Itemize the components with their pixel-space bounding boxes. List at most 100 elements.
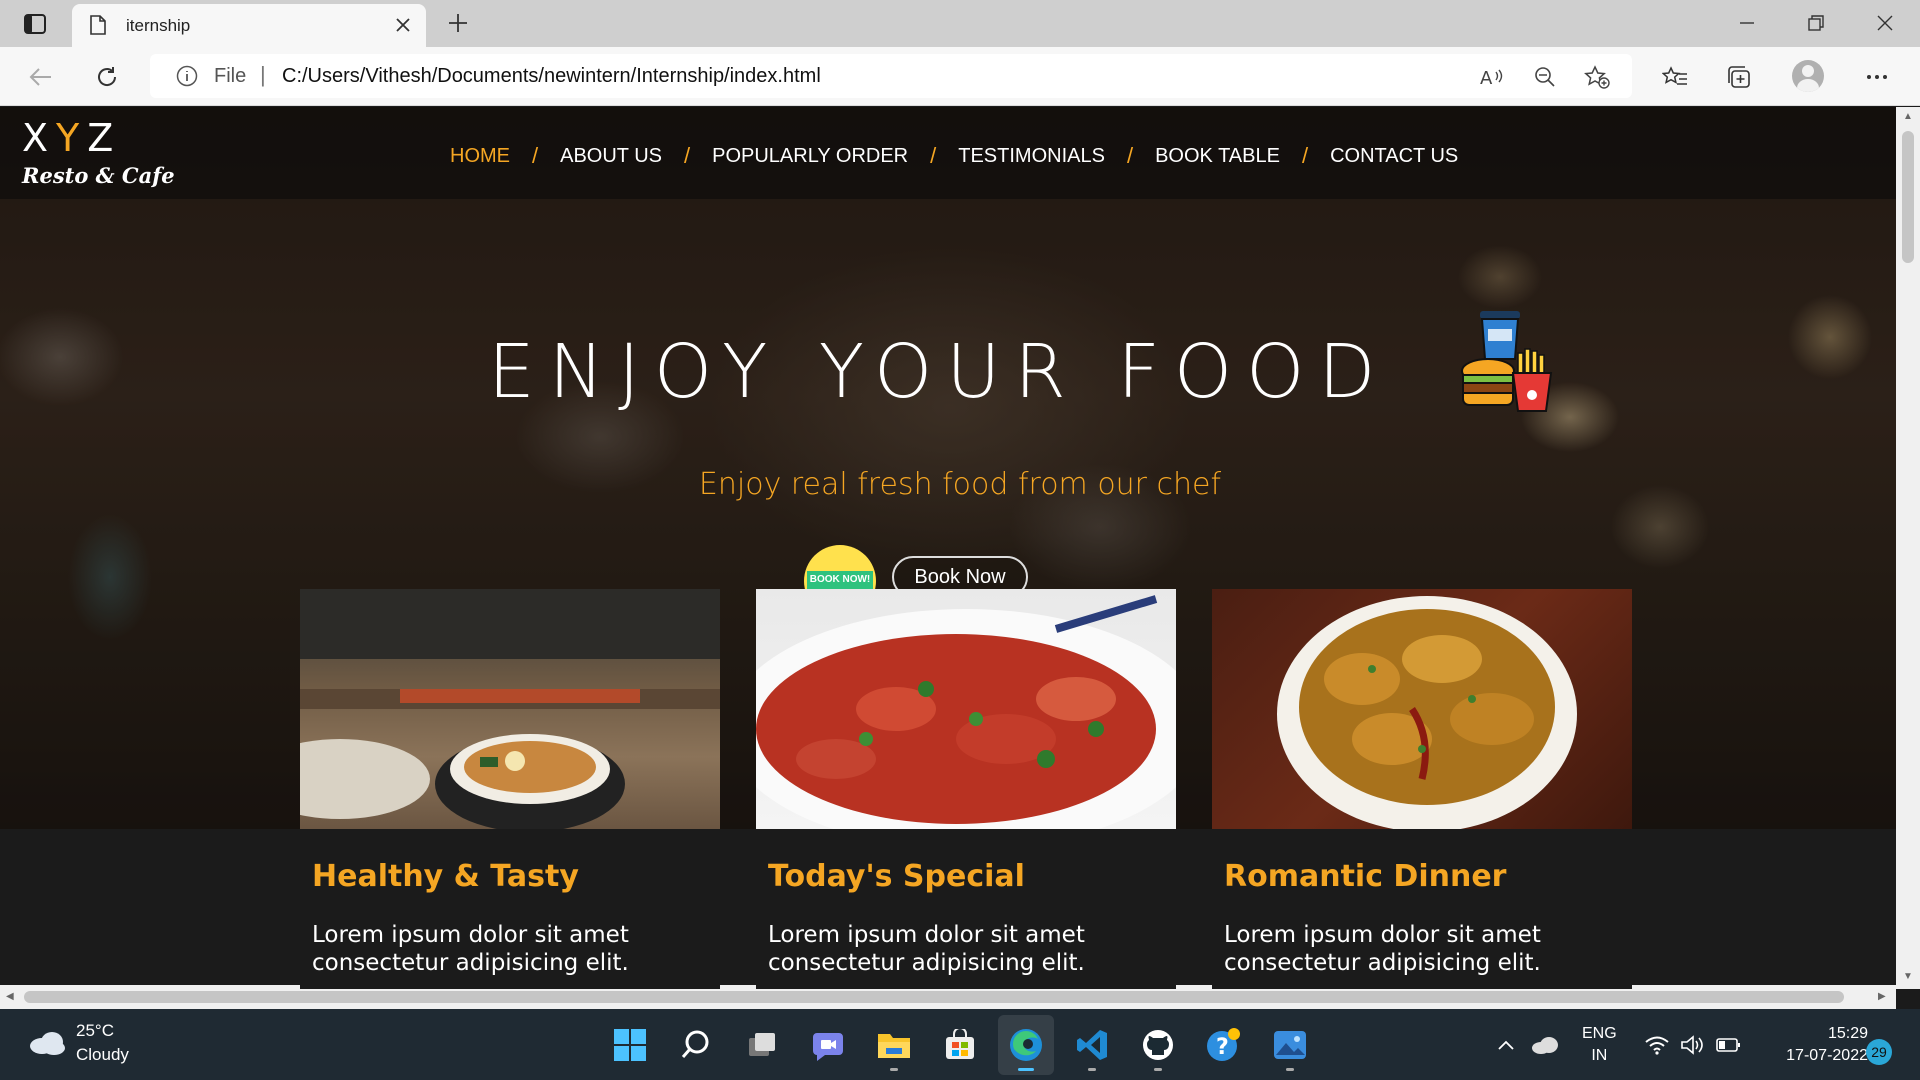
fast-food-icon (1458, 309, 1558, 424)
card-title: Romantic Dinner (1224, 859, 1507, 894)
card-body: Romantic Dinner Lorem ipsum dolor sit am… (1212, 829, 1632, 989)
card-image-chilli-chicken (756, 589, 1176, 829)
card-romantic-dinner: Romantic Dinner Lorem ipsum dolor sit am… (1212, 589, 1632, 989)
nav-separator: / (930, 143, 937, 168)
browser-toolbar: File | C:/Users/Vithesh/Documents/newint… (0, 47, 1920, 106)
photos-icon[interactable] (1270, 1025, 1310, 1071)
card-title: Healthy & Tasty (312, 859, 579, 894)
card-body: Today's Special Lorem ipsum dolor sit am… (756, 829, 1176, 989)
address-bar[interactable]: File | C:/Users/Vithesh/Documents/newint… (150, 54, 1632, 98)
info-icon[interactable] (176, 65, 198, 92)
running-indicator (1018, 1068, 1034, 1071)
running-indicator (1088, 1068, 1096, 1071)
page-viewport: XYZ Resto & Cafe HOME / ABOUT US / POPUL… (0, 107, 1896, 989)
svg-text:A: A (1480, 68, 1493, 88)
tab-title: iternship (126, 16, 191, 35)
battery-icon[interactable] (1714, 1025, 1744, 1065)
nav-contact-us[interactable]: CONTACT US (1330, 145, 1458, 168)
nav-book-table[interactable]: BOOK TABLE (1155, 145, 1280, 168)
nav-testimonials[interactable]: TESTIMONIALS (958, 145, 1105, 168)
close-tab-icon[interactable] (390, 12, 416, 38)
card-body: Healthy & Tasty Lorem ipsum dolor sit am… (300, 829, 720, 989)
vscode-icon[interactable] (1072, 1025, 1112, 1071)
main-nav: HOME / ABOUT US / POPULARLY ORDER / TEST… (450, 143, 1458, 169)
profile-avatar[interactable] (1792, 60, 1824, 92)
running-indicator (1154, 1068, 1162, 1071)
svg-text:?: ? (1216, 1035, 1229, 1060)
weather-description: Cloudy (76, 1045, 129, 1064)
logo-z: Z (87, 116, 122, 160)
logo-x: X (22, 116, 57, 160)
card-healthy-tasty: Healthy & Tasty Lorem ipsum dolor sit am… (300, 589, 720, 989)
nav-separator: / (1301, 143, 1309, 168)
nav-popularly-order[interactable]: POPULARLY ORDER (712, 145, 908, 168)
lang-line1: ENG (1582, 1025, 1617, 1042)
vertical-scroll-thumb[interactable] (1902, 131, 1914, 263)
scroll-right-icon[interactable]: ▶ (1878, 991, 1886, 1002)
vertical-scrollbar[interactable]: ▲ ▼ (1896, 107, 1920, 989)
card-image-fried-snack (1212, 589, 1632, 829)
site-logo[interactable]: XYZ Resto & Cafe (22, 117, 175, 188)
zoom-out-icon[interactable] (1530, 62, 1560, 92)
nav-about-us[interactable]: ABOUT US (560, 145, 662, 168)
task-view-icon[interactable] (742, 1025, 782, 1065)
nav-separator: / (684, 143, 691, 168)
collections-icon[interactable] (1722, 60, 1756, 94)
url-text[interactable]: C:/Users/Vithesh/Documents/newintern/Int… (282, 65, 821, 88)
nav-home[interactable]: HOME (450, 145, 510, 168)
volume-icon[interactable] (1678, 1025, 1708, 1065)
page-icon (90, 15, 106, 40)
favorites-icon[interactable] (1658, 60, 1692, 94)
new-tab-icon[interactable] (444, 9, 472, 37)
clock-time: 15:29 (1827, 1025, 1868, 1042)
lang-line2: IN (1591, 1047, 1608, 1064)
help-icon[interactable]: ? (1204, 1025, 1244, 1065)
scroll-left-icon[interactable]: ◀ (6, 991, 14, 1002)
notification-badge[interactable]: 29 (1866, 1039, 1892, 1065)
cloud-icon (30, 1032, 65, 1055)
url-scheme-label: File (214, 65, 247, 87)
wifi-icon[interactable] (1642, 1025, 1672, 1065)
search-icon[interactable] (676, 1025, 716, 1065)
scroll-up-icon[interactable]: ▲ (1903, 111, 1913, 122)
hero-subtitle: Enjoy real fresh food from our chef (698, 467, 1222, 502)
running-indicator (890, 1068, 898, 1071)
card-text: Lorem ipsum dolor sit amet consectetur a… (768, 922, 1085, 976)
clock[interactable]: 15:29 17-07-2022 (1762, 1023, 1868, 1067)
running-indicator (1286, 1068, 1294, 1071)
show-hidden-icons-icon[interactable] (1494, 1025, 1518, 1065)
minimize-icon[interactable] (1724, 6, 1770, 40)
tab-actions-icon[interactable] (20, 11, 50, 37)
weather-temperature: 25°C (76, 1021, 114, 1040)
edge-icon[interactable] (1006, 1025, 1046, 1071)
browser-tab-bar: iternship (0, 0, 1920, 47)
scroll-down-icon[interactable]: ▼ (1903, 971, 1913, 982)
card-todays-special: Today's Special Lorem ipsum dolor sit am… (756, 589, 1176, 989)
nav-separator: / (1126, 143, 1134, 168)
store-icon[interactable] (940, 1025, 980, 1065)
windows-taskbar: 25°C Cloudy ? ENG IN 15:29 17-07-2022 29 (0, 1009, 1920, 1080)
start-icon[interactable] (610, 1025, 650, 1065)
logo-subtitle: Resto & Cafe (22, 163, 175, 188)
add-favorite-icon[interactable] (1582, 62, 1612, 92)
clock-date: 17-07-2022 (1786, 1047, 1868, 1064)
nav-separator: / (532, 143, 539, 168)
book-badge-text: BOOK NOW! (807, 571, 873, 589)
more-menu-icon[interactable] (1860, 60, 1894, 94)
logo-y: Y (56, 116, 88, 160)
close-window-icon[interactable] (1862, 6, 1908, 40)
horizontal-scroll-thumb[interactable] (24, 991, 1844, 1003)
logo-main: XYZ (22, 117, 175, 159)
language-indicator[interactable]: ENG IN (1582, 1023, 1617, 1067)
read-aloud-icon[interactable]: A (1476, 62, 1506, 92)
browser-tab[interactable]: iternship (72, 4, 426, 47)
back-icon[interactable] (24, 60, 58, 94)
teams-chat-icon[interactable] (808, 1025, 848, 1065)
github-icon[interactable] (1138, 1025, 1178, 1071)
card-title: Today's Special (768, 859, 1025, 894)
onedrive-icon[interactable] (1530, 1025, 1560, 1065)
refresh-icon[interactable] (90, 60, 124, 94)
file-explorer-icon[interactable] (874, 1025, 914, 1071)
hero-title: ENJOY YOUR FOOD (488, 329, 1390, 415)
restore-icon[interactable] (1793, 6, 1839, 40)
